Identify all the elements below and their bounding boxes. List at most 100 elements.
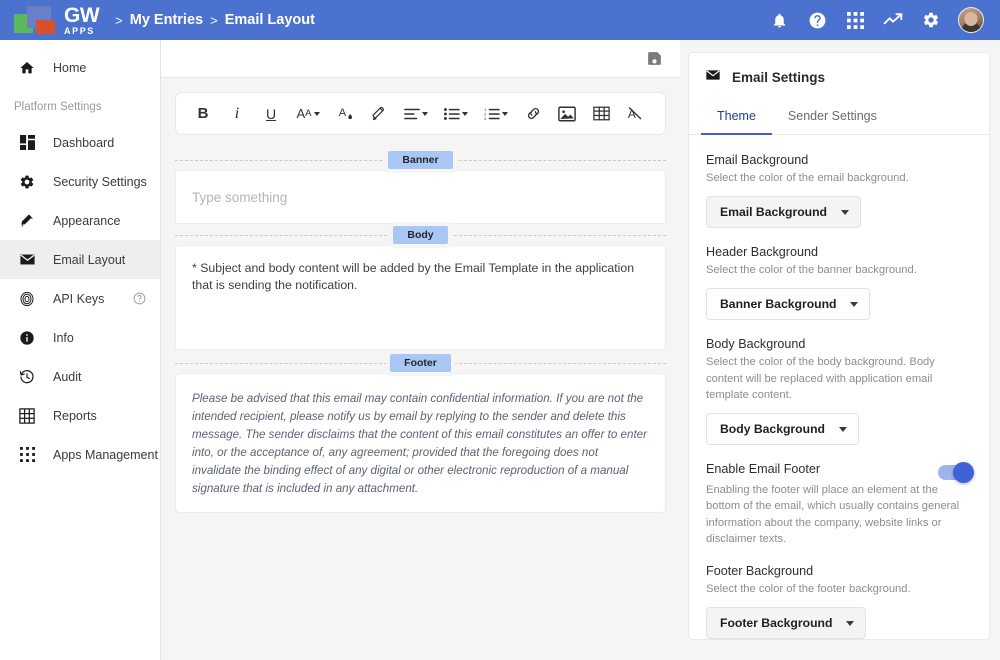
avatar[interactable] xyxy=(958,7,984,33)
table-button[interactable] xyxy=(584,97,618,131)
gear-icon xyxy=(16,174,38,190)
clear-format-button[interactable]: A xyxy=(618,97,652,131)
sidebar-item-dashboard[interactable]: Dashboard xyxy=(0,123,160,162)
underline-button[interactable]: U xyxy=(254,97,288,131)
sidebar-item-label: Audit xyxy=(53,369,82,384)
info-icon xyxy=(16,330,38,346)
sidebar-item-label: Info xyxy=(53,330,74,345)
svg-text:3: 3 xyxy=(484,116,486,121)
breadcrumb-separator-2: > xyxy=(210,12,218,28)
help-icon[interactable] xyxy=(806,9,828,31)
email-settings-panel: Email Settings Theme Sender Settings Ema… xyxy=(688,52,990,640)
align-button[interactable] xyxy=(396,97,436,131)
body-background-dropdown[interactable]: Body Background xyxy=(706,413,859,446)
sidebar-item-appearance[interactable]: Appearance xyxy=(0,201,160,240)
save-button[interactable] xyxy=(628,40,680,78)
logo-squares-icon xyxy=(14,5,60,35)
breadcrumb-separator-1: > xyxy=(115,12,123,28)
enable-email-footer-toggle[interactable] xyxy=(938,462,974,484)
field-body-background: Body Background Select the color of the … xyxy=(706,337,972,446)
chevron-down-icon xyxy=(838,426,847,432)
sidebar-item-security-settings[interactable]: Security Settings xyxy=(0,162,160,201)
link-button[interactable] xyxy=(516,97,550,131)
sidebar-item-label: Appearance xyxy=(53,213,121,228)
field-enable-email-footer: Enable Email Footer Enabling the footer … xyxy=(706,462,974,547)
home-icon xyxy=(16,60,38,76)
fingerprint-icon xyxy=(16,291,38,307)
help-icon[interactable] xyxy=(133,292,146,305)
body-note-text: * Subject and body content will be added… xyxy=(192,261,635,293)
editor-canvas: B i U AA A 123 A Banner Type something B… xyxy=(161,78,680,660)
sidebar-item-email-layout[interactable]: Email Layout xyxy=(0,240,160,279)
sidebar-section-title: Platform Settings xyxy=(14,101,102,113)
field-description: Select the color of the banner backgroun… xyxy=(706,264,917,277)
sidebar-item-info[interactable]: Info xyxy=(0,318,160,357)
banner-section-divider: Banner xyxy=(175,149,666,170)
editor-action-bar xyxy=(161,40,680,78)
banner-zone[interactable]: Type something xyxy=(175,170,666,224)
apps-grid-icon[interactable] xyxy=(844,9,866,31)
envelope-icon xyxy=(16,251,38,268)
dropdown-value: Body Background xyxy=(720,422,825,437)
italic-button[interactable]: i xyxy=(220,97,254,131)
rich-text-toolbar: B i U AA A 123 A xyxy=(175,92,666,135)
field-description: Enabling the footer will place an elemen… xyxy=(706,484,960,545)
bold-button[interactable]: B xyxy=(186,97,220,131)
body-chip[interactable]: Body xyxy=(393,225,448,244)
logo-primary-text: GW xyxy=(64,3,100,27)
field-footer-background: Footer Background Select the color of th… xyxy=(706,564,972,639)
email-background-dropdown[interactable]: Email Background xyxy=(706,196,862,229)
field-description: Select the color of the body background.… xyxy=(706,356,935,401)
logo-secondary-text: APPS xyxy=(64,25,95,36)
editor-column: B i U AA A 123 A Banner Type something B… xyxy=(161,40,680,660)
body-zone[interactable]: * Subject and body content will be added… xyxy=(175,245,666,350)
banner-chip[interactable]: Banner xyxy=(388,150,453,169)
sidebar-item-audit[interactable]: Audit xyxy=(0,357,160,396)
tab-theme[interactable]: Theme xyxy=(701,100,772,135)
sidebar-item-home[interactable]: Home xyxy=(0,48,160,87)
trending-icon[interactable] xyxy=(882,9,904,31)
footer-chip[interactable]: Footer xyxy=(390,353,451,372)
field-label: Email Background xyxy=(706,153,809,167)
numbered-list-button[interactable]: 123 xyxy=(476,97,516,131)
highlight-button[interactable] xyxy=(362,97,396,131)
apps-dots-icon xyxy=(16,447,38,462)
sidebar-item-api-keys[interactable]: API Keys xyxy=(0,279,160,318)
panel-tabs: Theme Sender Settings xyxy=(689,100,989,135)
font-size-button[interactable]: AA xyxy=(288,97,328,131)
envelope-icon xyxy=(705,67,721,88)
settings-column: Email Settings Theme Sender Settings Ema… xyxy=(680,40,1000,660)
text-color-button[interactable]: A xyxy=(328,97,362,131)
sidebar: Home Platform Settings Dashboard Securit… xyxy=(0,40,161,660)
table-icon xyxy=(16,407,38,424)
bell-icon[interactable] xyxy=(768,9,790,31)
dropdown-value: Banner Background xyxy=(720,297,837,312)
breadcrumb-item-email-layout[interactable]: Email Layout xyxy=(225,12,315,28)
footer-disclaimer-text: Please be advised that this email may co… xyxy=(192,392,647,495)
bullet-list-button[interactable] xyxy=(436,97,476,131)
sidebar-item-reports[interactable]: Reports xyxy=(0,396,160,435)
dashboard-icon xyxy=(16,135,38,150)
field-label: Footer Background xyxy=(706,564,814,579)
app-logo[interactable]: GW APPS xyxy=(14,3,100,36)
field-label: Header Background xyxy=(706,245,819,260)
breadcrumb: > My Entries > Email Layout xyxy=(115,12,315,28)
dropdown-value: Footer Background xyxy=(720,616,833,631)
breadcrumb-item-my-entries[interactable]: My Entries xyxy=(130,12,203,28)
sidebar-item-label: Home xyxy=(53,60,87,75)
sidebar-item-apps-management[interactable]: Apps Management xyxy=(0,435,160,474)
footer-zone[interactable]: Please be advised that this email may co… xyxy=(175,373,666,513)
tab-sender-settings[interactable]: Sender Settings xyxy=(772,100,893,135)
image-button[interactable] xyxy=(550,97,584,131)
sidebar-item-label: Apps Management xyxy=(53,447,158,462)
footer-section-divider: Footer xyxy=(175,352,666,373)
top-app-bar: GW APPS > My Entries > Email Layout xyxy=(0,0,1000,40)
chevron-down-icon xyxy=(846,620,855,626)
sidebar-item-label: Security Settings xyxy=(53,174,147,189)
field-description: Select the color of the email background… xyxy=(706,172,909,184)
svg-text:A: A xyxy=(338,107,346,119)
header-background-dropdown[interactable]: Banner Background xyxy=(706,288,871,321)
footer-background-dropdown[interactable]: Footer Background xyxy=(706,607,867,639)
sidebar-item-label: API Keys xyxy=(53,291,105,306)
gear-icon[interactable] xyxy=(920,9,942,31)
